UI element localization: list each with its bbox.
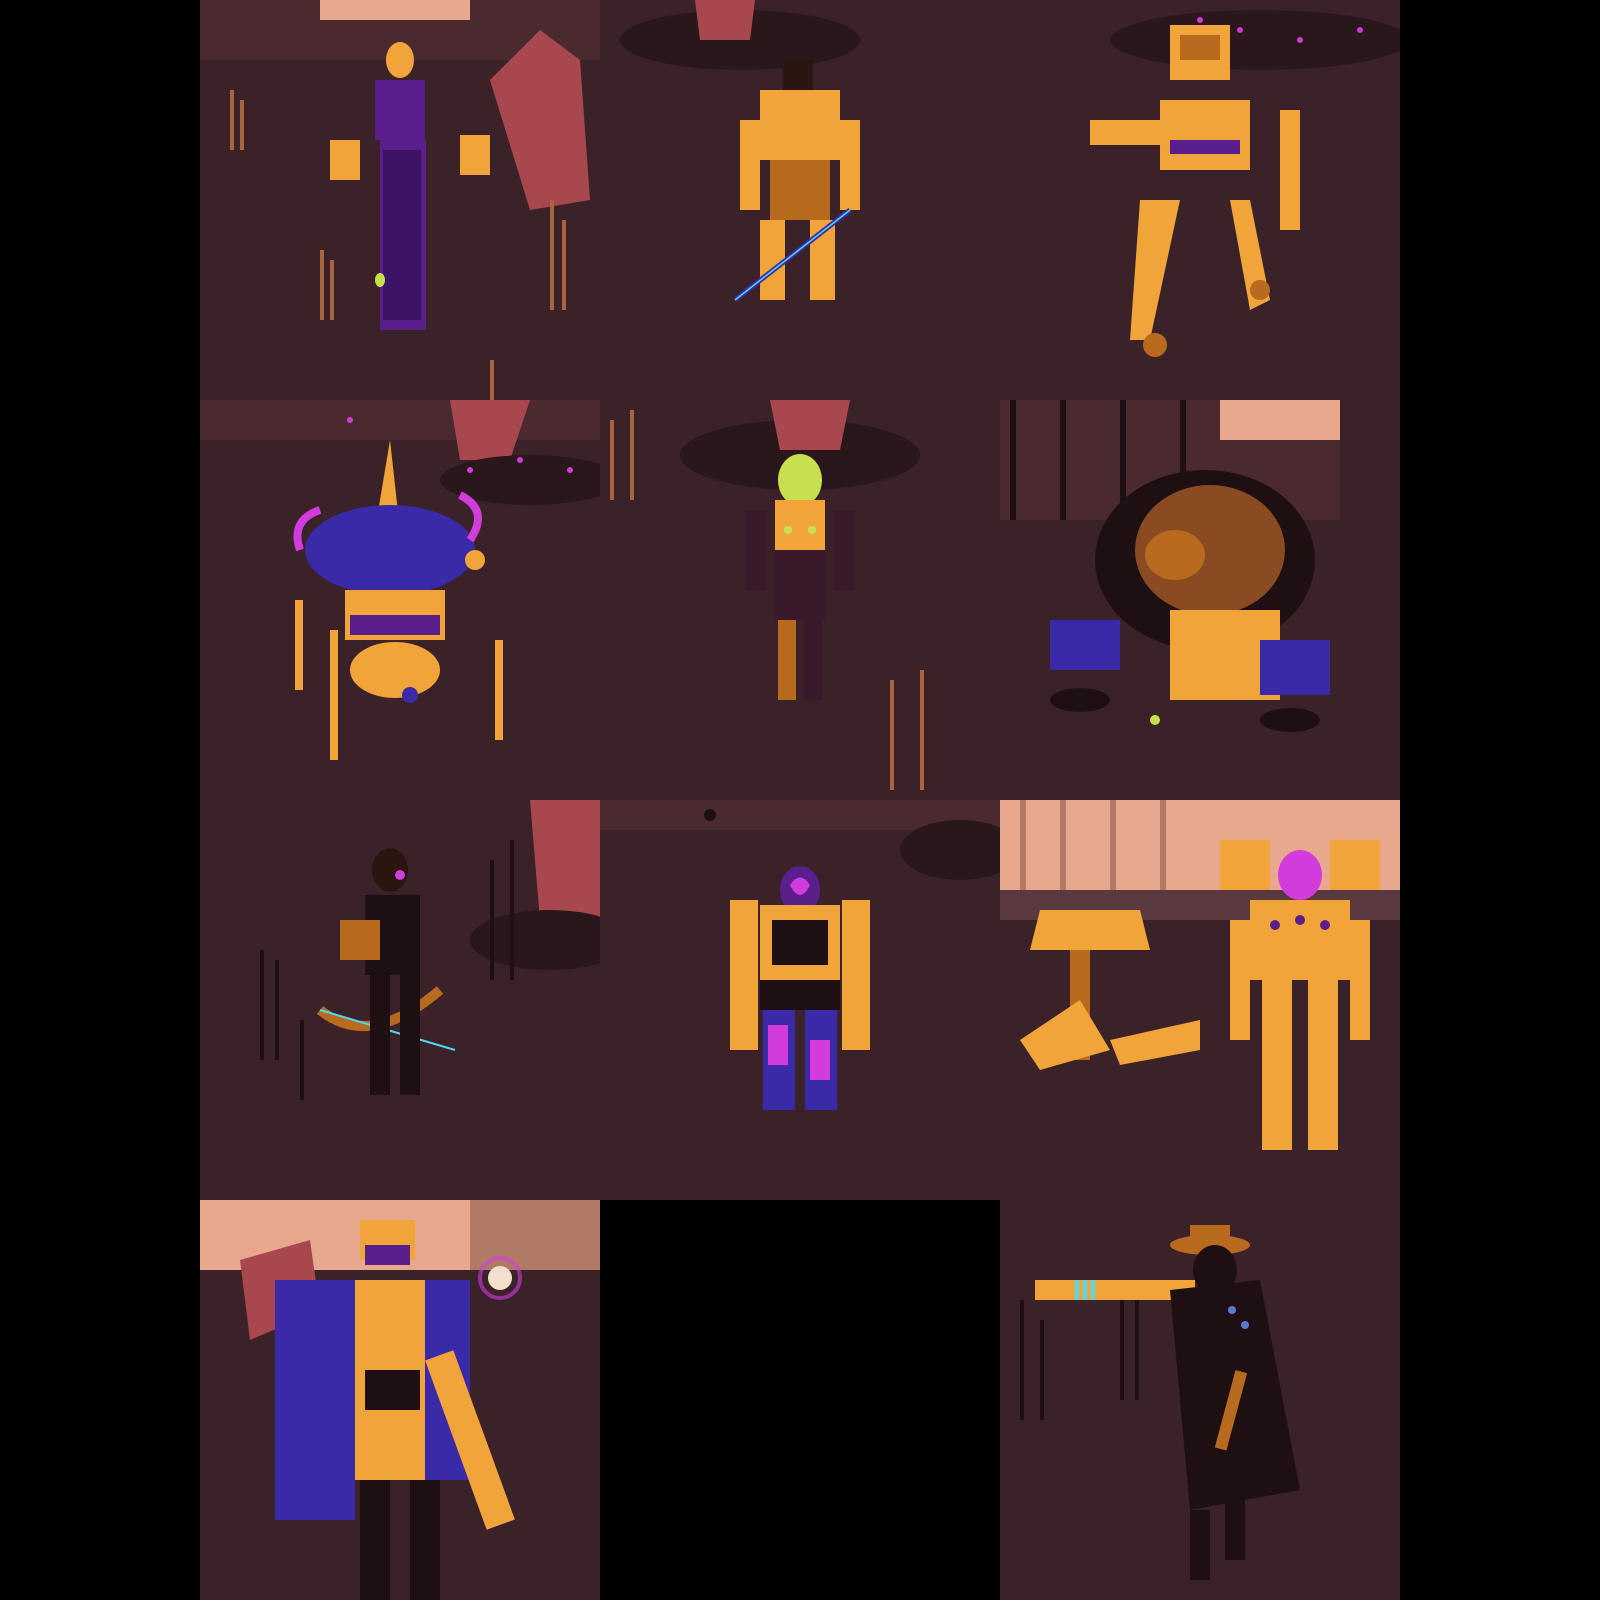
cell-armored-heart-figure — [600, 800, 1000, 1200]
turret-and-mech-soldier-scene — [1000, 800, 1400, 1200]
cell-green-visor-suit — [600, 400, 1000, 800]
empty-cell — [600, 1200, 1000, 1600]
cowboy-gunslinger-scene — [1000, 1200, 1400, 1600]
cell-turret-and-mech-soldier — [1000, 800, 1400, 1200]
cell-hunched-brute — [1000, 400, 1400, 800]
walker-mech-scene — [1000, 0, 1400, 400]
plant-pod-walker-scene — [200, 400, 600, 800]
cell-robed-figure — [200, 0, 600, 400]
hunched-brute-scene — [1000, 400, 1400, 800]
cell-cowboy-gunslinger — [1000, 1200, 1400, 1600]
armored-swordsman-scene — [600, 0, 1000, 400]
cell-coat-gunner — [200, 1200, 600, 1600]
cell-armored-swordsman — [600, 0, 1000, 400]
cell-archer — [200, 800, 600, 1200]
character-grid — [200, 0, 1400, 1600]
green-visor-suit-scene — [600, 400, 1000, 800]
cell-walker-mech — [1000, 0, 1400, 400]
cell-plant-pod-walker — [200, 400, 600, 800]
archer-scene — [200, 800, 600, 1200]
coat-gunner-scene — [200, 1200, 600, 1600]
armored-heart-figure-scene — [600, 800, 1000, 1200]
robed-figure-scene — [200, 0, 600, 400]
